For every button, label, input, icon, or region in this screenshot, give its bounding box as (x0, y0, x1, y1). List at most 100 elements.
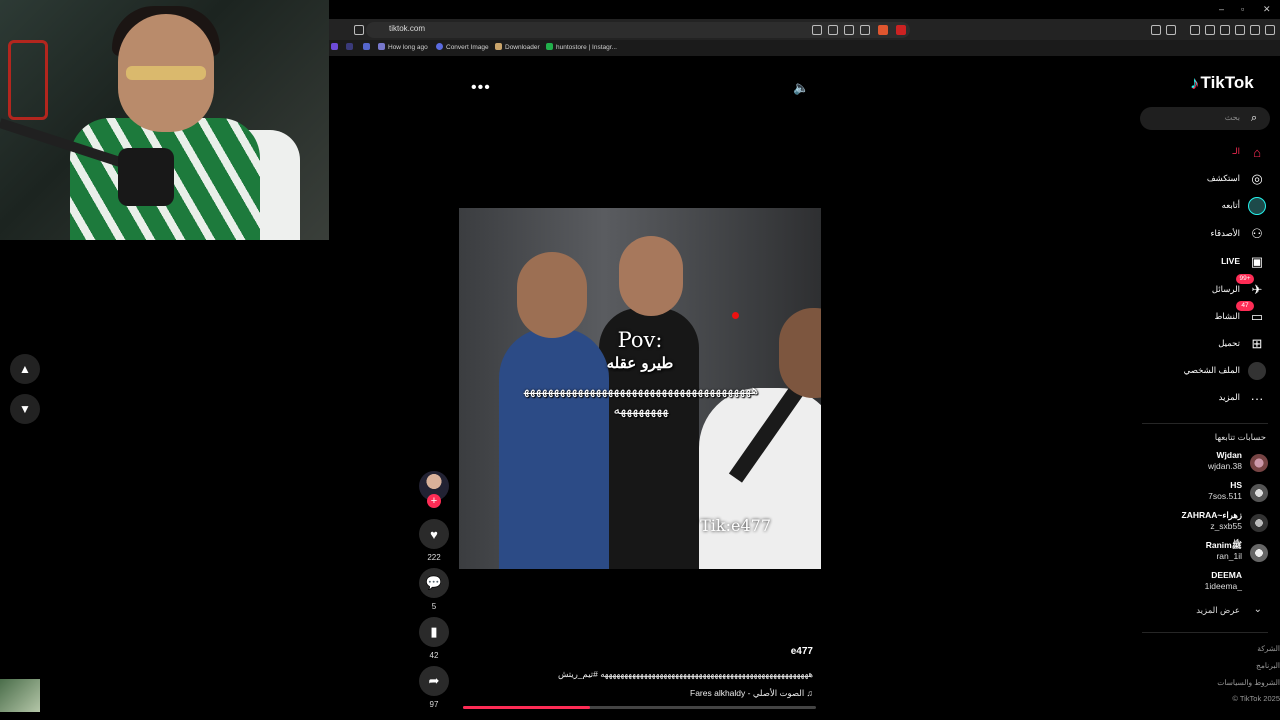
music-source-label: Fares alkhaldy - الصوت الأصلي (690, 688, 805, 698)
upload-icon: ⊞ (1251, 336, 1263, 351)
account-handle: z_sxb55 (1210, 521, 1242, 531)
sidebar-item-friends[interactable]: الأصدقاء ⚇ (1150, 225, 1266, 243)
bookmark-convert-image[interactable]: Convert Image (436, 43, 489, 51)
next-video-button[interactable]: ▼ (10, 394, 40, 424)
bookmark-s[interactable] (331, 43, 341, 51)
account-name: ZAHRAA~زهراء (1181, 510, 1243, 520)
sidebar-item-profile[interactable]: الملف الشخصي (1150, 362, 1266, 380)
bookmark-icon[interactable] (354, 25, 364, 35)
sidebar-item-label: LIVE (1221, 256, 1240, 266)
see-more-label: عرض المزيد (1196, 605, 1240, 615)
comment-button[interactable]: 💬 (419, 568, 449, 598)
share-button[interactable]: ➦ (419, 666, 449, 696)
sidebar-icon[interactable] (1205, 25, 1215, 35)
account-handle: 7sos.511 (1208, 491, 1242, 501)
footer-program-link[interactable]: البرنامج (1150, 661, 1280, 670)
streamer-glasses (126, 66, 206, 80)
bookmark-sync[interactable] (363, 43, 373, 51)
account-handle: ran_1il (1216, 551, 1242, 561)
sidebar-item-activity[interactable]: النشاط ▭ 47 (1150, 301, 1266, 326)
brave-shield-icon[interactable] (878, 25, 888, 35)
previous-video-button[interactable]: ▲ (10, 354, 40, 384)
bookmark-save-icon: ▮ (430, 624, 438, 639)
video-username[interactable]: e477 (740, 646, 813, 657)
avatar (1250, 454, 1268, 472)
video-watermark: Tik:e477 (700, 516, 771, 535)
sidebar-item-label: الـ (1232, 146, 1240, 156)
comment-icon: 💬 (425, 575, 443, 590)
video-player[interactable]: Pov: طيرو عقله ههههههههههههههههههههههههه… (459, 208, 821, 569)
like-button[interactable]: ♥ (419, 519, 449, 549)
bookmark-huntostore[interactable]: huntostore | Instagr... (546, 43, 617, 51)
sidebar-item-foryou[interactable]: الـ ⌂ (1150, 143, 1266, 161)
minimize-icon[interactable]: – (1219, 4, 1224, 14)
see-more-button[interactable]: عرض المزيد ⌄ (1150, 604, 1266, 618)
video-overlay-caption: طيرو عقله (606, 354, 674, 372)
share-page-icon[interactable] (860, 25, 870, 35)
tabs-icon[interactable] (1220, 25, 1230, 35)
messages-badge: 99+ (1236, 274, 1254, 284)
microphone (118, 148, 174, 206)
music-note-icon: ♫ (806, 688, 813, 698)
rewards-icon[interactable] (896, 25, 906, 35)
zoom-icon[interactable] (844, 25, 854, 35)
footer-company-link[interactable]: الشركة (1150, 644, 1280, 653)
sidebar-item-messages[interactable]: الرسائل ✈ 99+ (1150, 274, 1266, 299)
person-center-head (619, 236, 683, 316)
footer-terms-link[interactable]: الشروط والسياسات (1150, 678, 1280, 687)
account-name: HS (1230, 480, 1242, 490)
sidebar-item-following[interactable]: أتابعه (1150, 197, 1266, 215)
menu-icon[interactable] (1265, 25, 1275, 35)
footer-copyright: © TikTok 2025 (1232, 694, 1280, 703)
follow-plus-icon[interactable]: + (427, 494, 441, 508)
sidebar-item-label: النشاط (1214, 311, 1240, 321)
volume-icon[interactable]: 🔈 (793, 80, 809, 96)
sidebar-item-label: تحميل (1218, 338, 1240, 348)
comment-count: 5 (431, 602, 437, 611)
following-accounts-title: حسابات تتابعها (1214, 432, 1266, 442)
restore-icon[interactable]: ▫ (1241, 4, 1244, 14)
live-icon: ▣ (1250, 254, 1264, 269)
search-icon[interactable]: ⌕ (1251, 112, 1257, 125)
screenshot-icon[interactable] (1166, 25, 1176, 35)
search-placeholder: بحث (1224, 113, 1240, 122)
heart-icon: ♥ (430, 526, 438, 542)
more-options-icon[interactable]: ••• (471, 79, 491, 97)
vpn-icon[interactable] (1250, 25, 1260, 35)
compass-icon: ◎ (1251, 171, 1263, 186)
following-account-deema[interactable]: DEEMA 1ideema_ (1150, 570, 1268, 596)
activity-badge: 47 (1236, 301, 1254, 311)
leo-icon[interactable] (1235, 25, 1245, 35)
save-button[interactable]: ▮ (419, 617, 449, 647)
account-name: DEEMA (1211, 570, 1242, 580)
video-overlay-pov: Pov: (617, 328, 663, 352)
tiktok-logo[interactable]: ♪ TikTok (1190, 73, 1254, 93)
bookmark-downloader[interactable]: Downloader (495, 43, 540, 51)
following-account-zahraa[interactable]: ZAHRAA~زهراء z_sxb55 (1150, 510, 1268, 536)
share-count: 97 (429, 700, 439, 709)
sidebar-item-more[interactable]: المزيد ··· (1150, 389, 1266, 407)
webcam-overlay (0, 0, 329, 240)
close-icon[interactable]: ✕ (1263, 4, 1271, 15)
account-name: Wjdan (1216, 450, 1243, 460)
translate-icon[interactable] (812, 25, 822, 35)
extension-icon[interactable] (1151, 25, 1161, 35)
avatar (1250, 484, 1268, 502)
bookmark-how-long-ago[interactable]: How long ago (378, 43, 428, 51)
chevron-up-icon: ▲ (19, 362, 31, 376)
person-left-head (517, 252, 587, 338)
video-progress-fill (463, 706, 591, 709)
sidebar-item-live[interactable]: LIVE ▣ (1150, 253, 1266, 271)
music-icon[interactable] (1190, 25, 1200, 35)
friends-icon: ⚇ (1251, 226, 1263, 241)
bookmark-c[interactable] (346, 43, 356, 51)
cast-icon[interactable] (828, 25, 838, 35)
url-text[interactable]: tiktok.com (389, 24, 425, 33)
sidebar-item-explore[interactable]: استكشف ◎ (1150, 170, 1266, 188)
video-description: هههههههههههههههههههههههههههههههههههههههه… (557, 669, 813, 679)
sidebar-item-upload[interactable]: تحميل ⊞ (1150, 335, 1266, 353)
following-account-ranim[interactable]: Ranimﷺ ran_1il (1150, 540, 1268, 566)
following-account-wjdan[interactable]: Wjdan wjdan.38 (1150, 450, 1268, 476)
video-music[interactable]: Fares alkhaldy - الصوت الأصلي ♫ (463, 688, 813, 699)
following-account-hs[interactable]: HS 7sos.511 (1150, 480, 1268, 506)
